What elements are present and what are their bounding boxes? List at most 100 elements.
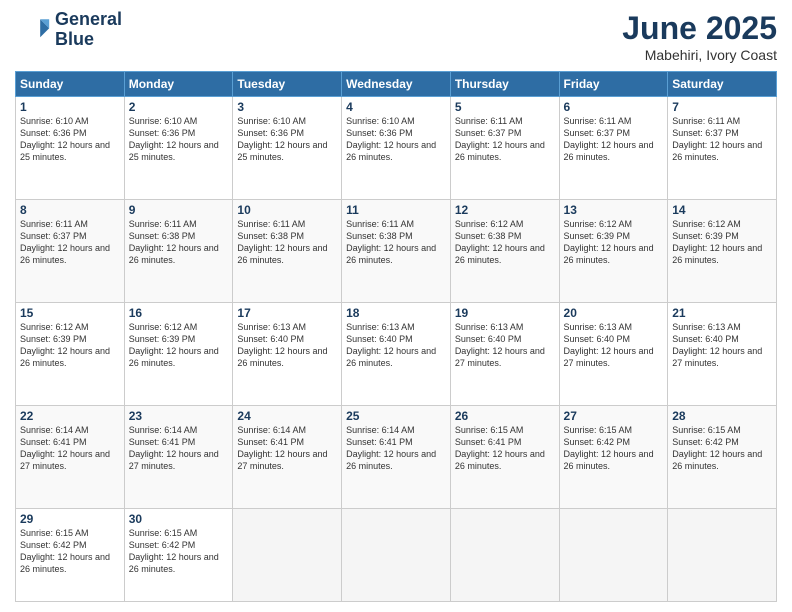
day-number: 18 bbox=[346, 306, 446, 320]
day-number: 7 bbox=[672, 100, 772, 114]
day-info: Sunrise: 6:15 AMSunset: 6:41 PMDaylight:… bbox=[455, 424, 555, 473]
day-number: 28 bbox=[672, 409, 772, 423]
day-info: Sunrise: 6:10 AMSunset: 6:36 PMDaylight:… bbox=[20, 115, 120, 164]
day-number: 30 bbox=[129, 512, 229, 526]
day-number: 3 bbox=[237, 100, 337, 114]
calendar-day-cell: 16Sunrise: 6:12 AMSunset: 6:39 PMDayligh… bbox=[124, 302, 233, 405]
calendar-week-row: 22Sunrise: 6:14 AMSunset: 6:41 PMDayligh… bbox=[16, 405, 777, 508]
calendar-table: SundayMondayTuesdayWednesdayThursdayFrid… bbox=[15, 71, 777, 602]
day-info: Sunrise: 6:10 AMSunset: 6:36 PMDaylight:… bbox=[237, 115, 337, 164]
day-info: Sunrise: 6:10 AMSunset: 6:36 PMDaylight:… bbox=[346, 115, 446, 164]
day-number: 29 bbox=[20, 512, 120, 526]
day-info: Sunrise: 6:15 AMSunset: 6:42 PMDaylight:… bbox=[564, 424, 664, 473]
calendar-day-cell: 28Sunrise: 6:15 AMSunset: 6:42 PMDayligh… bbox=[668, 405, 777, 508]
calendar-week-row: 1Sunrise: 6:10 AMSunset: 6:36 PMDaylight… bbox=[16, 97, 777, 200]
calendar-day-cell: 1Sunrise: 6:10 AMSunset: 6:36 PMDaylight… bbox=[16, 97, 125, 200]
calendar-day-cell: 10Sunrise: 6:11 AMSunset: 6:38 PMDayligh… bbox=[233, 199, 342, 302]
day-info: Sunrise: 6:11 AMSunset: 6:38 PMDaylight:… bbox=[346, 218, 446, 267]
day-info: Sunrise: 6:13 AMSunset: 6:40 PMDaylight:… bbox=[455, 321, 555, 370]
day-info: Sunrise: 6:14 AMSunset: 6:41 PMDaylight:… bbox=[20, 424, 120, 473]
calendar-day-cell: 7Sunrise: 6:11 AMSunset: 6:37 PMDaylight… bbox=[668, 97, 777, 200]
calendar-week-row: 15Sunrise: 6:12 AMSunset: 6:39 PMDayligh… bbox=[16, 302, 777, 405]
calendar-day-cell: 4Sunrise: 6:10 AMSunset: 6:36 PMDaylight… bbox=[342, 97, 451, 200]
calendar-day-cell: 11Sunrise: 6:11 AMSunset: 6:38 PMDayligh… bbox=[342, 199, 451, 302]
day-number: 26 bbox=[455, 409, 555, 423]
day-number: 5 bbox=[455, 100, 555, 114]
calendar-day-cell: 6Sunrise: 6:11 AMSunset: 6:37 PMDaylight… bbox=[559, 97, 668, 200]
title-block: June 2025 Mabehiri, Ivory Coast bbox=[622, 10, 777, 63]
day-number: 11 bbox=[346, 203, 446, 217]
calendar-day-cell: 17Sunrise: 6:13 AMSunset: 6:40 PMDayligh… bbox=[233, 302, 342, 405]
day-number: 1 bbox=[20, 100, 120, 114]
day-info: Sunrise: 6:14 AMSunset: 6:41 PMDaylight:… bbox=[237, 424, 337, 473]
calendar-day-cell: 21Sunrise: 6:13 AMSunset: 6:40 PMDayligh… bbox=[668, 302, 777, 405]
day-number: 9 bbox=[129, 203, 229, 217]
weekday-header-monday: Monday bbox=[124, 72, 233, 97]
weekday-header-tuesday: Tuesday bbox=[233, 72, 342, 97]
day-info: Sunrise: 6:15 AMSunset: 6:42 PMDaylight:… bbox=[672, 424, 772, 473]
weekday-header-sunday: Sunday bbox=[16, 72, 125, 97]
calendar-week-row: 29Sunrise: 6:15 AMSunset: 6:42 PMDayligh… bbox=[16, 508, 777, 601]
calendar-day-cell bbox=[342, 508, 451, 601]
weekday-header-row: SundayMondayTuesdayWednesdayThursdayFrid… bbox=[16, 72, 777, 97]
day-info: Sunrise: 6:11 AMSunset: 6:38 PMDaylight:… bbox=[129, 218, 229, 267]
weekday-header-friday: Friday bbox=[559, 72, 668, 97]
calendar-day-cell: 24Sunrise: 6:14 AMSunset: 6:41 PMDayligh… bbox=[233, 405, 342, 508]
day-info: Sunrise: 6:14 AMSunset: 6:41 PMDaylight:… bbox=[346, 424, 446, 473]
calendar-day-cell bbox=[450, 508, 559, 601]
calendar-day-cell: 8Sunrise: 6:11 AMSunset: 6:37 PMDaylight… bbox=[16, 199, 125, 302]
day-number: 10 bbox=[237, 203, 337, 217]
day-number: 2 bbox=[129, 100, 229, 114]
day-info: Sunrise: 6:14 AMSunset: 6:41 PMDaylight:… bbox=[129, 424, 229, 473]
page: General Blue June 2025 Mabehiri, Ivory C… bbox=[0, 0, 792, 612]
calendar-day-cell: 25Sunrise: 6:14 AMSunset: 6:41 PMDayligh… bbox=[342, 405, 451, 508]
calendar-week-row: 8Sunrise: 6:11 AMSunset: 6:37 PMDaylight… bbox=[16, 199, 777, 302]
day-info: Sunrise: 6:11 AMSunset: 6:38 PMDaylight:… bbox=[237, 218, 337, 267]
day-number: 21 bbox=[672, 306, 772, 320]
weekday-header-wednesday: Wednesday bbox=[342, 72, 451, 97]
main-title: June 2025 bbox=[622, 10, 777, 47]
day-info: Sunrise: 6:12 AMSunset: 6:38 PMDaylight:… bbox=[455, 218, 555, 267]
day-info: Sunrise: 6:11 AMSunset: 6:37 PMDaylight:… bbox=[20, 218, 120, 267]
day-number: 22 bbox=[20, 409, 120, 423]
day-info: Sunrise: 6:13 AMSunset: 6:40 PMDaylight:… bbox=[564, 321, 664, 370]
day-info: Sunrise: 6:15 AMSunset: 6:42 PMDaylight:… bbox=[129, 527, 229, 576]
calendar-day-cell: 13Sunrise: 6:12 AMSunset: 6:39 PMDayligh… bbox=[559, 199, 668, 302]
header: General Blue June 2025 Mabehiri, Ivory C… bbox=[15, 10, 777, 63]
day-number: 16 bbox=[129, 306, 229, 320]
day-info: Sunrise: 6:11 AMSunset: 6:37 PMDaylight:… bbox=[672, 115, 772, 164]
day-number: 4 bbox=[346, 100, 446, 114]
logo-text: General Blue bbox=[55, 10, 122, 50]
weekday-header-saturday: Saturday bbox=[668, 72, 777, 97]
day-number: 6 bbox=[564, 100, 664, 114]
day-number: 14 bbox=[672, 203, 772, 217]
day-info: Sunrise: 6:11 AMSunset: 6:37 PMDaylight:… bbox=[564, 115, 664, 164]
calendar-day-cell: 26Sunrise: 6:15 AMSunset: 6:41 PMDayligh… bbox=[450, 405, 559, 508]
day-number: 24 bbox=[237, 409, 337, 423]
calendar-day-cell: 27Sunrise: 6:15 AMSunset: 6:42 PMDayligh… bbox=[559, 405, 668, 508]
day-number: 8 bbox=[20, 203, 120, 217]
calendar-day-cell: 14Sunrise: 6:12 AMSunset: 6:39 PMDayligh… bbox=[668, 199, 777, 302]
calendar-day-cell: 9Sunrise: 6:11 AMSunset: 6:38 PMDaylight… bbox=[124, 199, 233, 302]
calendar-day-cell: 23Sunrise: 6:14 AMSunset: 6:41 PMDayligh… bbox=[124, 405, 233, 508]
day-number: 17 bbox=[237, 306, 337, 320]
calendar-day-cell: 22Sunrise: 6:14 AMSunset: 6:41 PMDayligh… bbox=[16, 405, 125, 508]
calendar-day-cell: 18Sunrise: 6:13 AMSunset: 6:40 PMDayligh… bbox=[342, 302, 451, 405]
day-info: Sunrise: 6:12 AMSunset: 6:39 PMDaylight:… bbox=[129, 321, 229, 370]
day-number: 13 bbox=[564, 203, 664, 217]
calendar-day-cell: 3Sunrise: 6:10 AMSunset: 6:36 PMDaylight… bbox=[233, 97, 342, 200]
calendar-day-cell: 20Sunrise: 6:13 AMSunset: 6:40 PMDayligh… bbox=[559, 302, 668, 405]
logo-line2: Blue bbox=[55, 30, 122, 50]
day-info: Sunrise: 6:13 AMSunset: 6:40 PMDaylight:… bbox=[237, 321, 337, 370]
day-info: Sunrise: 6:13 AMSunset: 6:40 PMDaylight:… bbox=[346, 321, 446, 370]
day-info: Sunrise: 6:10 AMSunset: 6:36 PMDaylight:… bbox=[129, 115, 229, 164]
location: Mabehiri, Ivory Coast bbox=[622, 47, 777, 63]
calendar-day-cell bbox=[233, 508, 342, 601]
calendar-day-cell: 12Sunrise: 6:12 AMSunset: 6:38 PMDayligh… bbox=[450, 199, 559, 302]
day-number: 12 bbox=[455, 203, 555, 217]
calendar-day-cell bbox=[668, 508, 777, 601]
logo-icon bbox=[15, 12, 51, 48]
day-info: Sunrise: 6:15 AMSunset: 6:42 PMDaylight:… bbox=[20, 527, 120, 576]
calendar-day-cell: 15Sunrise: 6:12 AMSunset: 6:39 PMDayligh… bbox=[16, 302, 125, 405]
calendar-day-cell: 30Sunrise: 6:15 AMSunset: 6:42 PMDayligh… bbox=[124, 508, 233, 601]
